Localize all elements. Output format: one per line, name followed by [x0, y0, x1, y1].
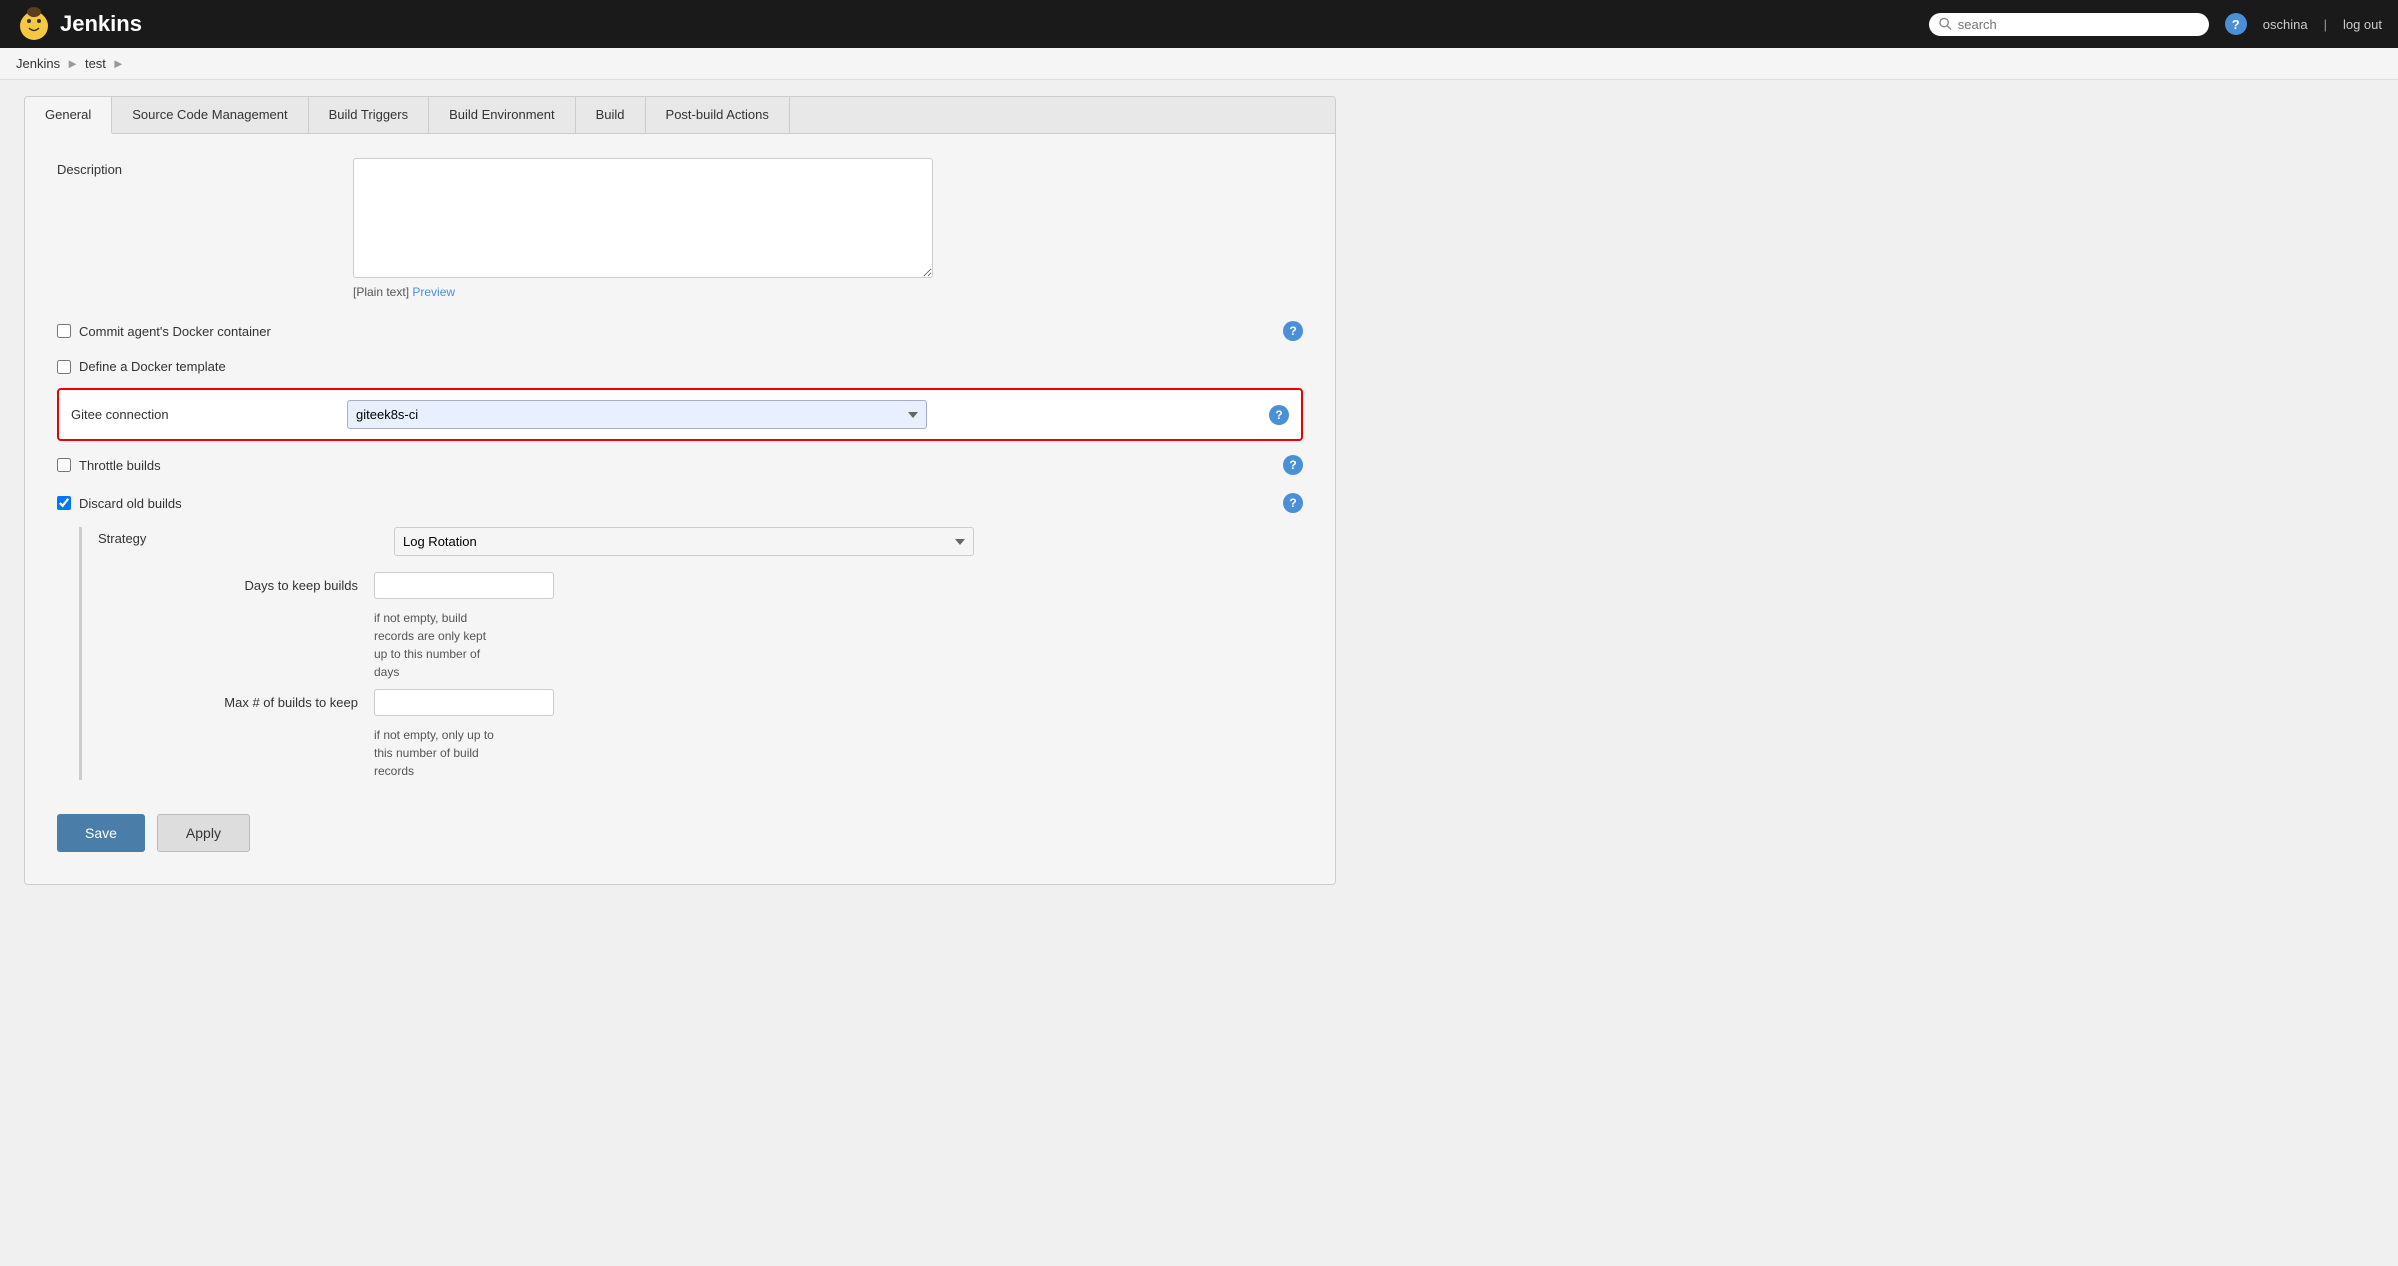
- discard-section: Strategy Log Rotation Days to keep build…: [79, 527, 1303, 780]
- tab-source-code[interactable]: Source Code Management: [112, 97, 308, 133]
- max-hint: if not empty, only up to this number of …: [98, 726, 498, 780]
- max-builds-row: Max # of builds to keep: [98, 689, 1303, 716]
- strategy-label: Strategy: [98, 527, 378, 546]
- commit-agent-checkbox[interactable]: [57, 324, 71, 338]
- strategy-control: Log Rotation: [394, 527, 1303, 556]
- description-control: [Plain text] Preview: [353, 158, 1303, 299]
- search-box: [1929, 13, 2209, 36]
- commit-agent-help[interactable]: ?: [1283, 321, 1303, 341]
- days-label: Days to keep builds: [98, 578, 358, 593]
- tab-build-environment[interactable]: Build Environment: [429, 97, 576, 133]
- throttle-row: Throttle builds ?: [57, 451, 1303, 479]
- search-icon: [1939, 17, 1952, 31]
- jenkins-logo-icon: [16, 6, 52, 42]
- plain-text-hint: [Plain text] Preview: [353, 285, 1303, 299]
- app-title: Jenkins: [60, 11, 142, 37]
- breadcrumb-test[interactable]: test: [85, 56, 106, 71]
- max-builds-label: Max # of builds to keep: [98, 695, 358, 710]
- discard-help[interactable]: ?: [1283, 493, 1303, 513]
- discard-checkbox[interactable]: [57, 496, 71, 510]
- button-bar: Save Apply: [57, 794, 1303, 860]
- description-input[interactable]: [353, 158, 933, 278]
- commit-agent-row: Commit agent's Docker container ?: [57, 317, 1303, 345]
- gitee-connection-select[interactable]: giteek8s-ci: [347, 400, 927, 429]
- tab-build-triggers[interactable]: Build Triggers: [309, 97, 429, 133]
- breadcrumb-jenkins[interactable]: Jenkins: [16, 56, 60, 71]
- apply-button[interactable]: Apply: [157, 814, 250, 852]
- header: Jenkins ? oschina | log out: [0, 0, 2398, 48]
- description-row: Description [Plain text] Preview: [57, 158, 1303, 299]
- breadcrumb-sep-2: ►: [112, 56, 125, 71]
- tab-build[interactable]: Build: [576, 97, 646, 133]
- header-logout[interactable]: log out: [2343, 17, 2382, 32]
- header-separator: |: [2324, 17, 2327, 32]
- main-content: General Source Code Management Build Tri…: [0, 80, 1360, 901]
- search-input[interactable]: [1958, 17, 2199, 32]
- breadcrumb: Jenkins ► test ►: [0, 48, 2398, 80]
- throttle-checkbox[interactable]: [57, 458, 71, 472]
- tab-panel: General Source Code Management Build Tri…: [24, 96, 1336, 885]
- tab-post-build[interactable]: Post-build Actions: [646, 97, 790, 133]
- throttle-help[interactable]: ?: [1283, 455, 1303, 475]
- commit-agent-label: Commit agent's Docker container: [79, 324, 271, 339]
- preview-link[interactable]: Preview: [412, 285, 455, 299]
- gitee-connection-label: Gitee connection: [71, 407, 331, 422]
- define-docker-checkbox[interactable]: [57, 360, 71, 374]
- define-docker-label: Define a Docker template: [79, 359, 226, 374]
- days-hint: if not empty, build records are only kep…: [98, 609, 498, 681]
- breadcrumb-sep-1: ►: [66, 56, 79, 71]
- tab-general[interactable]: General: [25, 97, 112, 134]
- throttle-label: Throttle builds: [79, 458, 161, 473]
- header-username: oschina: [2263, 17, 2308, 32]
- plain-text-label: [Plain text]: [353, 285, 409, 299]
- strategy-select[interactable]: Log Rotation: [394, 527, 974, 556]
- define-docker-row: Define a Docker template: [57, 355, 1303, 378]
- strategy-row: Strategy Log Rotation: [98, 527, 1303, 556]
- discard-label: Discard old builds: [79, 496, 182, 511]
- max-builds-input[interactable]: [374, 689, 554, 716]
- help-icon[interactable]: ?: [2225, 13, 2247, 35]
- gitee-connection-help[interactable]: ?: [1269, 405, 1289, 425]
- gitee-connection-row: Gitee connection giteek8s-ci ?: [57, 388, 1303, 441]
- discard-row: Discard old builds ?: [57, 489, 1303, 517]
- tab-content: Description [Plain text] Preview Commit …: [25, 134, 1335, 884]
- days-input[interactable]: [374, 572, 554, 599]
- tab-bar: General Source Code Management Build Tri…: [25, 97, 1335, 134]
- save-button[interactable]: Save: [57, 814, 145, 852]
- discard-content: Strategy Log Rotation Days to keep build…: [79, 527, 1303, 780]
- header-logo: Jenkins: [16, 6, 142, 42]
- days-row: Days to keep builds: [98, 572, 1303, 599]
- description-label: Description: [57, 158, 337, 177]
